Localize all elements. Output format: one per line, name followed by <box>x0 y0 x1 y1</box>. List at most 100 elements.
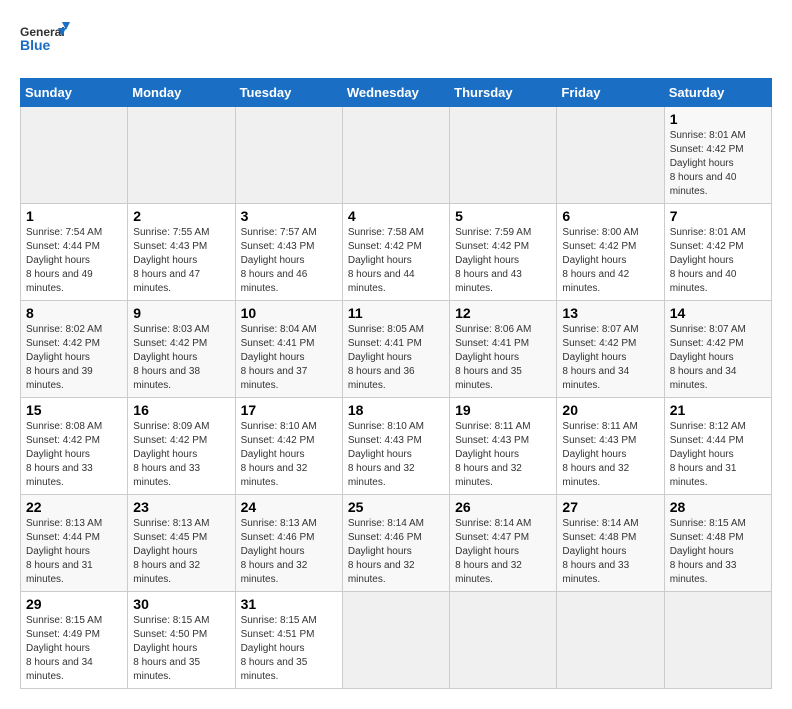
day-number: 6 <box>562 208 658 224</box>
day-number: 19 <box>455 402 551 418</box>
day-info: Sunrise: 8:07 AMSunset: 4:42 PMDaylight … <box>562 323 658 393</box>
day-number: 12 <box>455 305 551 321</box>
calendar-cell: 18 Sunrise: 8:10 AMSunset: 4:43 PMDayligh… <box>342 398 449 495</box>
calendar-cell <box>450 592 557 689</box>
calendar-cell: 29Sunrise: 8:15 AMSunset: 4:49 PMDayligh… <box>21 592 128 689</box>
day-number: 20 <box>562 402 658 418</box>
header-wednesday: Wednesday <box>342 79 449 107</box>
day-number: 16 <box>133 402 229 418</box>
header-friday: Friday <box>557 79 664 107</box>
calendar-week-1: 1Sunrise: 8:01 AMSunset: 4:42 PMDaylight… <box>21 107 772 204</box>
day-number: 5 <box>455 208 551 224</box>
day-info: Sunrise: 7:54 AMSunset: 4:44 PMDaylight … <box>26 226 122 296</box>
day-info: Sunrise: 8:09 AMSunset: 4:42 PMDaylight … <box>133 420 229 490</box>
day-number: 27 <box>562 499 658 515</box>
calendar-cell: 21Sunrise: 8:12 AMSunset: 4:44 PMDayligh… <box>664 398 771 495</box>
calendar-cell: 4Sunrise: 7:58 AMSunset: 4:42 PMDaylight… <box>342 204 449 301</box>
day-info: Sunrise: 8:01 AMSunset: 4:42 PMDaylight … <box>670 226 766 296</box>
calendar-cell: 11Sunrise: 8:05 AMSunset: 4:41 PMDayligh… <box>342 301 449 398</box>
day-info: Sunrise: 8:07 AMSunset: 4:42 PMDaylight … <box>670 323 766 393</box>
calendar-cell <box>128 107 235 204</box>
calendar-cell: 9Sunrise: 8:03 AMSunset: 4:42 PMDaylight… <box>128 301 235 398</box>
day-number: 8 <box>26 305 122 321</box>
day-number: 18 <box>348 402 444 418</box>
calendar-cell: 5 Sunrise: 7:59 AMSunset: 4:42 PMDaylight… <box>450 204 557 301</box>
calendar-cell: 17 Sunrise: 8:10 AMSunset: 4:42 PMDayligh… <box>235 398 342 495</box>
day-info: Sunrise: 8:13 AMSunset: 4:46 PMDaylight … <box>241 517 337 587</box>
day-number: 23 <box>133 499 229 515</box>
day-info: Sunrise: 8:12 AMSunset: 4:44 PMDaylight … <box>670 420 766 490</box>
calendar-cell: 8 Sunrise: 8:02 AMSunset: 4:42 PMDaylight… <box>21 301 128 398</box>
day-number: 13 <box>562 305 658 321</box>
day-info: Sunrise: 7:59 AMSunset: 4:42 PMDaylight … <box>455 226 551 296</box>
day-info: Sunrise: 8:15 AMSunset: 4:48 PMDaylight … <box>670 517 766 587</box>
day-number: 1 <box>26 208 122 224</box>
day-info: Sunrise: 8:13 AMSunset: 4:44 PMDaylight … <box>26 517 122 587</box>
calendar-cell: 20Sunrise: 8:11 AMSunset: 4:43 PMDayligh… <box>557 398 664 495</box>
header-monday: Monday <box>128 79 235 107</box>
calendar-cell <box>21 107 128 204</box>
day-number: 29 <box>26 596 122 612</box>
calendar-cell: 6 Sunrise: 8:00 AMSunset: 4:42 PMDaylight… <box>557 204 664 301</box>
calendar-cell <box>235 107 342 204</box>
calendar-cell: 3Sunrise: 7:57 AMSunset: 4:43 PMDaylight… <box>235 204 342 301</box>
day-number: 26 <box>455 499 551 515</box>
day-info: Sunrise: 8:13 AMSunset: 4:45 PMDaylight … <box>133 517 229 587</box>
calendar-header-row: SundayMondayTuesdayWednesdayThursdayFrid… <box>21 79 772 107</box>
calendar-cell: 27 Sunrise: 8:14 AMSunset: 4:48 PMDayligh… <box>557 495 664 592</box>
day-info: Sunrise: 8:15 AMSunset: 4:50 PMDaylight … <box>133 614 229 684</box>
day-number: 25 <box>348 499 444 515</box>
header-saturday: Saturday <box>664 79 771 107</box>
day-number: 28 <box>670 499 766 515</box>
calendar-cell: 24 Sunrise: 8:13 AMSunset: 4:46 PMDayligh… <box>235 495 342 592</box>
day-info: Sunrise: 8:10 AMSunset: 4:43 PMDaylight … <box>348 420 444 490</box>
header-tuesday: Tuesday <box>235 79 342 107</box>
calendar-cell: 12 Sunrise: 8:06 AMSunset: 4:41 PMDayligh… <box>450 301 557 398</box>
calendar-cell <box>664 592 771 689</box>
svg-text:Blue: Blue <box>20 37 51 53</box>
calendar-cell: 28 Sunrise: 8:15 AMSunset: 4:48 PMDayligh… <box>664 495 771 592</box>
calendar-cell <box>557 107 664 204</box>
day-number: 7 <box>670 208 766 224</box>
day-info: Sunrise: 8:00 AMSunset: 4:42 PMDaylight … <box>562 226 658 296</box>
day-number: 14 <box>670 305 766 321</box>
day-info: Sunrise: 8:15 AMSunset: 4:51 PMDaylight … <box>241 614 337 684</box>
calendar-cell: 1 Sunrise: 7:54 AMSunset: 4:44 PMDaylight… <box>21 204 128 301</box>
day-info: Sunrise: 8:10 AMSunset: 4:42 PMDaylight … <box>241 420 337 490</box>
calendar-cell: 22 Sunrise: 8:13 AMSunset: 4:44 PMDayligh… <box>21 495 128 592</box>
calendar-cell: 30 Sunrise: 8:15 AMSunset: 4:50 PMDayligh… <box>128 592 235 689</box>
day-number: 3 <box>241 208 337 224</box>
calendar-cell <box>557 592 664 689</box>
day-info: Sunrise: 8:04 AMSunset: 4:41 PMDaylight … <box>241 323 337 393</box>
page-header: General Blue <box>20 20 772 62</box>
calendar-cell: 1Sunrise: 8:01 AMSunset: 4:42 PMDaylight… <box>664 107 771 204</box>
day-info: Sunrise: 8:14 AMSunset: 4:48 PMDaylight … <box>562 517 658 587</box>
day-number: 30 <box>133 596 229 612</box>
calendar-cell: 13 Sunrise: 8:07 AMSunset: 4:42 PMDayligh… <box>557 301 664 398</box>
calendar-cell <box>342 107 449 204</box>
calendar-cell <box>450 107 557 204</box>
calendar-week-2: 1 Sunrise: 7:54 AMSunset: 4:44 PMDaylight… <box>21 204 772 301</box>
day-number: 10 <box>241 305 337 321</box>
day-number: 22 <box>26 499 122 515</box>
day-number: 31 <box>241 596 337 612</box>
calendar-cell: 26Sunrise: 8:14 AMSunset: 4:47 PMDayligh… <box>450 495 557 592</box>
day-number: 24 <box>241 499 337 515</box>
day-number: 2 <box>133 208 229 224</box>
day-info: Sunrise: 8:02 AMSunset: 4:42 PMDaylight … <box>26 323 122 393</box>
calendar-week-4: 15 Sunrise: 8:08 AMSunset: 4:42 PMDayligh… <box>21 398 772 495</box>
calendar-week-3: 8 Sunrise: 8:02 AMSunset: 4:42 PMDaylight… <box>21 301 772 398</box>
calendar-cell: 25Sunrise: 8:14 AMSunset: 4:46 PMDayligh… <box>342 495 449 592</box>
day-number: 15 <box>26 402 122 418</box>
calendar-cell: 23 Sunrise: 8:13 AMSunset: 4:45 PMDayligh… <box>128 495 235 592</box>
calendar-cell: 16 Sunrise: 8:09 AMSunset: 4:42 PMDayligh… <box>128 398 235 495</box>
calendar-week-6: 29Sunrise: 8:15 AMSunset: 4:49 PMDayligh… <box>21 592 772 689</box>
logo-icon: General Blue <box>20 20 70 62</box>
day-info: Sunrise: 8:06 AMSunset: 4:41 PMDaylight … <box>455 323 551 393</box>
day-info: Sunrise: 8:08 AMSunset: 4:42 PMDaylight … <box>26 420 122 490</box>
calendar-cell: 10 Sunrise: 8:04 AMSunset: 4:41 PMDayligh… <box>235 301 342 398</box>
calendar-cell: 14 Sunrise: 8:07 AMSunset: 4:42 PMDayligh… <box>664 301 771 398</box>
calendar-table: SundayMondayTuesdayWednesdayThursdayFrid… <box>20 78 772 689</box>
calendar-cell: 2Sunrise: 7:55 AMSunset: 4:43 PMDaylight… <box>128 204 235 301</box>
day-number: 17 <box>241 402 337 418</box>
